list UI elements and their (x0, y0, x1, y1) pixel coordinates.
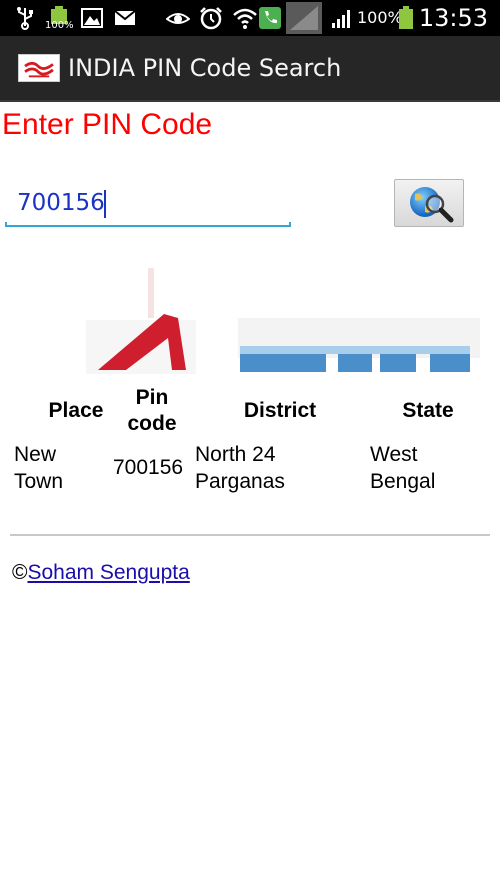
author-link[interactable]: Soham Sengupta (27, 561, 189, 584)
text-cursor (104, 190, 106, 218)
app-title: INDIA PIN Code Search (68, 54, 342, 82)
india-post-logo-icon (18, 54, 60, 82)
cell-place-line2: Town (14, 470, 64, 493)
pin-input-container[interactable] (5, 182, 291, 228)
cell-state: West Bengal (370, 441, 435, 495)
action-bar: INDIA PIN Code Search (0, 36, 500, 102)
header-district: District (243, 399, 317, 422)
phone-call-icon (259, 7, 281, 29)
wifi-icon (233, 8, 257, 29)
header-pin-code-line1: Pin (135, 386, 169, 409)
clock: 13:53 (418, 4, 488, 32)
divider (10, 534, 490, 536)
input-underline (5, 222, 291, 227)
status-bar: 100% 100% 13:53 (0, 0, 500, 36)
cell-district: North 24 Parganas (195, 441, 285, 495)
gallery-icon (81, 8, 103, 28)
cell-state-line1: West (370, 443, 418, 466)
copyright-symbol: © (12, 561, 28, 584)
signal-icon (332, 10, 350, 28)
pin-code-input[interactable] (5, 182, 291, 224)
cell-place: New Town (14, 441, 63, 495)
footer-credit: ©Soham Sengupta (12, 560, 190, 586)
cell-pin: 700156 (113, 456, 184, 479)
cell-place-line1: New (14, 443, 57, 466)
battery-small-label: 100% (45, 20, 74, 31)
cell-district-line2: Parganas (195, 470, 285, 493)
battery-percent: 100% (357, 8, 403, 27)
india-post-banner (86, 268, 480, 374)
cell-district-line1: North 24 (195, 443, 276, 466)
cell-state-line2: Bengal (370, 470, 436, 493)
signal-inactive-icon (286, 2, 322, 34)
header-pin-code: Pin code (114, 385, 190, 437)
battery-icon (399, 6, 413, 29)
eye-icon (166, 13, 190, 24)
header-place: Place (48, 399, 104, 422)
search-button[interactable] (394, 179, 464, 227)
usb-icon (17, 7, 33, 30)
globe-magnifier-icon (410, 187, 454, 223)
header-pin-code-line2: code (127, 412, 177, 435)
header-state: State (402, 399, 454, 422)
alarm-icon (200, 7, 222, 30)
enter-pin-heading: Enter PIN Code (2, 108, 213, 141)
mail-icon (114, 10, 136, 25)
